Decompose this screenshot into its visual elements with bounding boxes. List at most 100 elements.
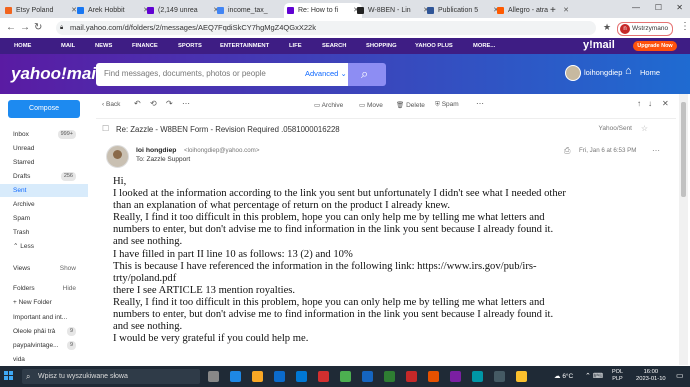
scrollbar[interactable] [679,94,688,365]
windows-start-icon[interactable] [4,371,14,381]
sidebar-item-trash[interactable]: Trash [0,226,88,239]
edge-icon[interactable] [230,371,241,382]
prev-message-icon[interactable]: ↑ [637,99,641,108]
sidebar-item-inbox[interactable]: Inbox 999+ [0,128,88,141]
maximize-icon[interactable]: ☐ [655,3,662,12]
subject-checkbox-icon[interactable]: ☐ [102,124,109,133]
search-button[interactable]: ⌕ [348,63,386,86]
yahoo-mail-logo[interactable]: yahoo!mail [11,64,101,84]
app-icon-grey[interactable] [494,371,505,382]
new-tab-button[interactable]: + [546,3,556,18]
extensions-icon[interactable]: ★ [603,22,611,33]
browser-tab[interactable]: W-8BEN - Lin✕ [354,3,432,18]
avatar[interactable] [565,65,581,81]
topnav-item-search[interactable]: SEARCH [322,38,346,54]
sender-name[interactable]: loi hongdiep [136,147,176,154]
word-icon[interactable] [362,371,373,382]
notifications-icon[interactable]: ▭ [676,371,684,380]
topnav-item-news[interactable]: NEWS [95,38,112,54]
store-icon[interactable] [274,371,285,382]
username-label[interactable]: loihongdiep [584,68,622,77]
topnav-item-shopping[interactable]: SHOPPING [366,38,397,54]
star-icon[interactable]: ☆ [641,124,648,133]
browser-tab[interactable]: (2,149 unrea✕ [144,3,222,18]
sidebar-item-spam[interactable]: Spam [0,212,88,225]
browser-tab[interactable]: Arek Hobbit✕ [74,3,152,18]
clock[interactable]: 16:00 2023-01-10 [636,369,666,383]
weather-widget[interactable]: ☁ 6°C [554,366,573,387]
compose-button[interactable]: Compose [8,100,80,118]
app-icon-red[interactable] [318,371,329,382]
topnav-item-sports[interactable]: SPORTS [178,38,202,54]
reply-icon[interactable]: ↶ [134,99,141,108]
sidebar-item-archive[interactable]: Archive [0,198,88,211]
acrobat-icon[interactable] [406,371,417,382]
task-view-icon[interactable] [208,371,219,382]
topnav-item-home[interactable]: HOME [14,38,31,54]
topnav-item-life[interactable]: LIFE [289,38,302,54]
browser-tab[interactable]: income_tax_✕ [214,3,292,18]
topnav-item-finance[interactable]: FINANCE [132,38,158,54]
sidebar-item-less[interactable]: ⌃ Less [0,240,88,253]
taskbar-search-input[interactable]: ⌕ Wpisz tu wyszukiwane słowa [22,369,200,384]
close-icon[interactable]: ✕ [676,3,683,12]
reload-icon[interactable]: ↻ [34,22,42,33]
spam-button[interactable]: ⛨ Spam [435,101,459,109]
file-explorer-icon[interactable] [252,371,263,382]
back-arrow-icon[interactable]: ← [6,22,16,33]
folder-label[interactable]: Yahoo/Sent [599,125,633,132]
tab-close-icon[interactable]: ✕ [563,3,569,18]
forward-icon[interactable]: ↷ [166,99,173,108]
sidebar-item-custom-folder[interactable]: vida [0,353,88,366]
sidebar-item-starred[interactable]: Starred [0,156,88,169]
delete-button[interactable]: 🗑︎ Delete [396,101,425,109]
sidebar-item-custom-folder[interactable]: paypalvintage... 9 [0,339,88,352]
upgrade-button[interactable]: Upgrade Now [633,41,677,51]
browser-tab[interactable]: Allegro - atra ✕ [494,3,572,18]
topnav-item-more[interactable]: MORE... [473,38,495,54]
app-icon-orange[interactable] [428,371,439,382]
app-icon-purple[interactable] [450,371,461,382]
more-icon[interactable]: ⋯ [652,146,660,155]
more-actions-icon[interactable]: ⋯ [476,99,484,108]
home-icon[interactable]: ⌂ [625,65,632,77]
folders-header[interactable]: Folders Hide [0,282,88,295]
recipient[interactable]: To: Zazzle Support [136,156,190,163]
new-folder-button[interactable]: + New Folder [0,296,88,309]
reply-all-icon[interactable]: ⟲ [150,99,157,108]
sidebar-item-custom-folder[interactable]: Important and int... [0,311,88,324]
print-icon[interactable]: ⎙ [564,146,570,156]
chrome-icon[interactable] [340,371,351,382]
sidebar-item-custom-folder[interactable]: Oleole phải trả 9 [0,325,88,338]
ymail-logo[interactable]: y!mail [583,39,615,51]
more-options-icon[interactable]: ⋯ [182,99,190,108]
app-icon-yellow[interactable] [516,371,527,382]
move-button[interactable]: ▭ Move [359,101,383,109]
menu-kebab-icon[interactable]: ⋮ [680,21,690,32]
minimize-icon[interactable]: — [632,3,640,12]
language-indicator[interactable]: POL PLP [612,369,623,383]
browser-tab[interactable]: Publication 5✕ [424,3,502,18]
next-message-icon[interactable]: ↓ [648,99,652,108]
topnav-item-yahoo-plus[interactable]: YAHOO PLUS [415,38,453,54]
profile-button[interactable]: n Wstrzymano [617,22,674,36]
chevron-up-icon[interactable]: ⌃ [585,373,591,380]
advanced-search-button[interactable]: Advanced ⌄ [305,69,347,78]
mail-app-icon[interactable] [296,371,307,382]
network-icon[interactable]: ⌨ [593,373,603,380]
browser-tab[interactable]: Etsy Poland ✕ [2,3,80,18]
sidebar-item-drafts[interactable]: Drafts 256 [0,170,88,183]
app-icon-teal[interactable] [472,371,483,382]
browser-tab[interactable]: Re: How to fi✕ [284,3,362,18]
home-link[interactable]: Home [640,68,660,77]
search-input[interactable]: Find messages, documents, photos or peop… [96,63,348,86]
topnav-item-entertainment[interactable]: ENTERTAINMENT [220,38,269,54]
back-button[interactable]: ‹ Back [102,101,120,108]
views-header[interactable]: Views Show [0,262,88,275]
url-field[interactable]: 🔒︎ mail.yahoo.com/d/folders/2/messages/A… [56,21,596,35]
forward-arrow-icon[interactable]: → [20,22,30,33]
scrollbar-thumb[interactable] [681,102,686,197]
sidebar-item-sent[interactable]: Sent [0,184,88,197]
sidebar-item-unread[interactable]: Unread [0,142,88,155]
system-tray[interactable]: ⌃ ⌨ [585,366,603,387]
